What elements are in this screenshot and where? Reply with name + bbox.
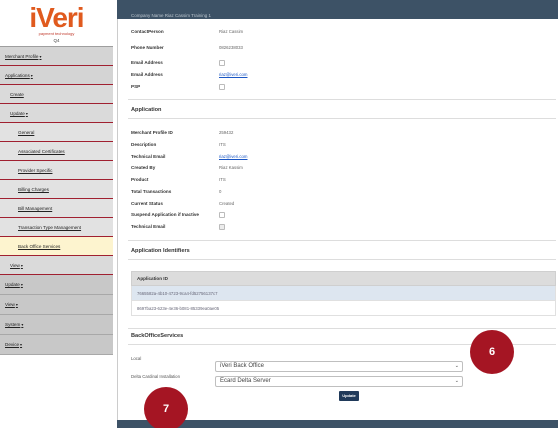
technical-email-link[interactable]: riaz@iveri.com [219,154,247,159]
suspend-label: Suspend Application if Inactive [131,212,199,217]
psp-label: PSP [131,84,141,89]
sidebar-item-transaction-type-management[interactable]: Transaction Type Management [0,218,113,237]
sidebar-item-provider-specific[interactable]: Provider Specific [0,161,113,180]
sidebar-item-update-top[interactable]: Update ▾ [0,275,113,295]
sidebar-item-device[interactable]: Device ▾ [0,335,113,355]
local-label: Local [131,356,142,361]
suspend-checkbox[interactable] [219,212,225,218]
logo-subtitle: Q4 [53,38,60,43]
table-row[interactable]: 7665582a-4b10-4723-9ca4-fd52756137c7 [131,286,556,301]
email-label-1: Email Address [131,60,163,65]
sidebar-item-system[interactable]: System ▾ [0,315,113,335]
sidebar: iVeri payment technology Q4 Merchant Pro… [0,0,113,428]
phone-label: Phone Number [131,45,164,50]
psp-checkbox[interactable] [219,84,225,90]
sidebar-item-billing-charges[interactable]: Billing Charges [0,180,113,199]
sidebar-item-view-top[interactable]: View ▾ [0,295,113,315]
delta-label: Delta Cardinal Installation [131,374,180,379]
technical-email-checkbox[interactable] [219,224,225,230]
local-select[interactable]: iVeri Back Office ⌄ [215,361,463,372]
caret-down-icon: ▾ [25,110,28,116]
sidebar-item-view-applications[interactable]: View ▾ [0,256,113,275]
created-by-value: Riaz Kassim [219,165,243,170]
divider [128,328,556,329]
sidebar-item-merchant-profile[interactable]: Merchant Profile ▾ [0,47,113,66]
merchant-profile-id-label: Merchant Profile ID [131,130,173,135]
chevron-down-icon: ⌄ [454,363,459,369]
current-status-value: Created [219,201,235,206]
divider [128,259,556,260]
created-by-label: Created By [131,165,156,170]
sidebar-item-general[interactable]: General [0,123,113,142]
contact-person-value: Riaz Cassim [219,29,244,34]
total-transactions-value: 0 [219,189,222,194]
sidebar-item-applications[interactable]: Applications ▾ [0,66,113,85]
technical-email-label: Technical Email [131,154,166,159]
sidebar-nav: Merchant Profile ▾ Applications ▾ Create U… [0,46,113,355]
chevron-down-icon: ⌄ [454,378,459,384]
company-name-row: Company Name Riaz Cassim Training 1 [131,13,212,18]
logo: iVeri payment technology Q4 [0,0,113,46]
sidebar-item-update[interactable]: Update ▾ [0,104,113,123]
logo-tagline: payment technology [38,31,75,36]
divider [128,240,556,241]
sidebar-item-associated-certificates[interactable]: Associated Certificates [0,142,113,161]
caret-down-icon: ▾ [20,262,23,268]
current-status-label: Current Status [131,201,163,206]
description-value: ITS [219,142,226,147]
phone-value: 0826238033 [219,45,243,50]
product-label: Product [131,177,149,182]
callout-badge-6: 6 [470,330,514,374]
update-button[interactable]: Update [339,391,359,401]
total-transactions-label: Total Transactions [131,189,172,194]
delta-select[interactable]: Ecard Delta Server ⌄ [215,376,463,387]
sidebar-item-back-office-services[interactable]: Back Office Services [0,237,113,256]
caret-down-icon: ▾ [39,53,42,59]
callout-badge-7: 7 [144,387,188,428]
caret-down-icon: ▾ [30,72,33,78]
product-value: ITS [219,177,226,182]
table-row[interactable]: 8697ba23-623e-4e36-b081-85339ea0ae05 [131,301,556,316]
table-header: Application ID [131,271,556,286]
application-identifiers-table: Application ID 7665582a-4b10-4723-9ca4-f… [131,271,556,316]
application-section-title: Application [131,107,162,113]
caret-down-icon: ▾ [21,322,24,327]
sidebar-item-create[interactable]: Create [0,85,113,104]
sidebar-item-bill-management[interactable]: Bill Management [0,199,113,218]
backoffice-section-title: BackOfficeServices [131,333,184,339]
technical-email-label-2: Technical Email [131,224,166,229]
divider [128,99,556,100]
email-label-2: Email Address [131,72,163,77]
contact-person-label: ContactPerson [131,29,164,34]
description-label: Description [131,142,157,147]
email-checkbox[interactable] [219,60,225,66]
caret-down-icon: ▾ [20,282,23,287]
logo-text: iVeri [29,2,84,33]
caret-down-icon: ▾ [20,342,23,347]
divider [128,118,556,119]
email-link[interactable]: riaz@iveri.com [219,72,247,77]
caret-down-icon: ▾ [15,302,18,307]
identifiers-section-title: Application Identifiers [131,248,190,254]
merchant-profile-id-value: 259432 [219,130,234,135]
